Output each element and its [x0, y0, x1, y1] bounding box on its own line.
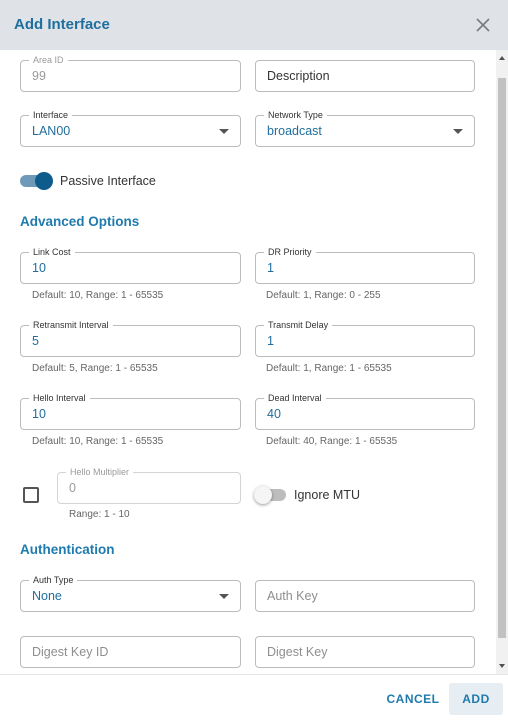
- network-type-value: broadcast: [267, 124, 322, 138]
- link-cost-input[interactable]: Link Cost 10: [20, 246, 241, 284]
- passive-interface-toggle[interactable]: [20, 171, 54, 191]
- auth-key-placeholder: Auth Key: [267, 589, 318, 603]
- digest-key-id-placeholder: Digest Key ID: [32, 645, 109, 659]
- network-type-label: Network Type: [264, 109, 327, 121]
- scrollbar[interactable]: [496, 50, 508, 674]
- interface-label: Interface: [29, 109, 73, 121]
- interface-select[interactable]: Interface LAN00: [20, 109, 241, 147]
- dr-priority-value: 1: [267, 261, 274, 275]
- dialog-footer: CANCEL ADD: [0, 674, 508, 720]
- scroll-down-icon[interactable]: [499, 664, 505, 668]
- hello-interval-input[interactable]: Hello Interval 10: [20, 392, 241, 430]
- hello-multiplier-input[interactable]: Hello Multiplier 0: [57, 466, 241, 504]
- link-cost-label: Link Cost: [29, 246, 75, 258]
- transmit-delay-value: 1: [267, 334, 274, 348]
- dead-interval-input[interactable]: Dead Interval 40: [255, 392, 475, 430]
- area-id-value: 99: [32, 69, 46, 83]
- link-cost-value: 10: [32, 261, 46, 275]
- auth-key-input[interactable]: Auth Key: [255, 580, 475, 612]
- hello-interval-helper: Default: 10, Range: 1 - 65535: [32, 436, 164, 447]
- hello-multiplier-value: 0: [69, 481, 76, 495]
- advanced-options-title: Advanced Options: [20, 214, 140, 229]
- dr-priority-helper: Default: 1, Range: 0 - 255: [266, 290, 381, 301]
- transmit-delay-label: Transmit Delay: [264, 319, 333, 331]
- auth-type-value: None: [32, 589, 62, 603]
- area-id-field[interactable]: Area ID 99: [20, 54, 241, 92]
- retransmit-interval-value: 5: [32, 334, 39, 348]
- authentication-title: Authentication: [20, 542, 115, 557]
- dead-interval-helper: Default: 40, Range: 1 - 65535: [266, 436, 398, 447]
- scrollbar-thumb[interactable]: [498, 78, 506, 638]
- retransmit-interval-input[interactable]: Retransmit Interval 5: [20, 319, 241, 357]
- hello-interval-label: Hello Interval: [29, 392, 90, 404]
- add-button[interactable]: ADD: [449, 683, 503, 715]
- auth-type-select[interactable]: Auth Type None: [20, 574, 241, 612]
- dead-interval-label: Dead Interval: [264, 392, 326, 404]
- transmit-delay-input[interactable]: Transmit Delay 1: [255, 319, 475, 357]
- retransmit-interval-helper: Default: 5, Range: 1 - 65535: [32, 363, 158, 374]
- description-placeholder: Description: [267, 69, 330, 83]
- dialog-header: Add Interface: [0, 0, 508, 50]
- hello-multiplier-helper: Range: 1 - 10: [69, 509, 130, 520]
- digest-key-placeholder: Digest Key: [267, 645, 328, 659]
- link-cost-helper: Default: 10, Range: 1 - 65535: [32, 290, 164, 301]
- chevron-down-icon: [219, 594, 229, 599]
- toggle-knob: [35, 172, 53, 190]
- network-type-select[interactable]: Network Type broadcast: [255, 109, 475, 147]
- close-icon[interactable]: [476, 18, 490, 32]
- toggle-knob: [254, 486, 272, 504]
- description-input[interactable]: Description: [255, 60, 475, 92]
- dialog-content: Area ID 99 Description Interface LAN00 N…: [0, 50, 508, 674]
- digest-key-id-input[interactable]: Digest Key ID: [20, 636, 241, 668]
- retransmit-interval-label: Retransmit Interval: [29, 319, 113, 331]
- add-interface-dialog: Add Interface Area ID 99 Description Int…: [0, 0, 508, 720]
- cancel-button[interactable]: CANCEL: [378, 685, 448, 713]
- dialog-title: Add Interface: [14, 16, 110, 33]
- chevron-down-icon: [219, 129, 229, 134]
- ignore-mtu-toggle[interactable]: [254, 485, 288, 505]
- auth-type-label: Auth Type: [29, 574, 78, 586]
- transmit-delay-helper: Default: 1, Range: 1 - 65535: [266, 363, 392, 374]
- passive-interface-label: Passive Interface: [60, 174, 156, 188]
- chevron-down-icon: [453, 129, 463, 134]
- ignore-mtu-label: Ignore MTU: [294, 488, 360, 502]
- hello-multiplier-checkbox[interactable]: [23, 487, 39, 503]
- dead-interval-value: 40: [267, 407, 281, 421]
- scroll-up-icon[interactable]: [499, 56, 505, 60]
- dr-priority-input[interactable]: DR Priority 1: [255, 246, 475, 284]
- interface-value: LAN00: [32, 124, 71, 138]
- hello-multiplier-label: Hello Multiplier: [66, 466, 134, 478]
- area-id-label: Area ID: [29, 54, 68, 66]
- digest-key-input[interactable]: Digest Key: [255, 636, 475, 668]
- dr-priority-label: DR Priority: [264, 246, 316, 258]
- hello-interval-value: 10: [32, 407, 46, 421]
